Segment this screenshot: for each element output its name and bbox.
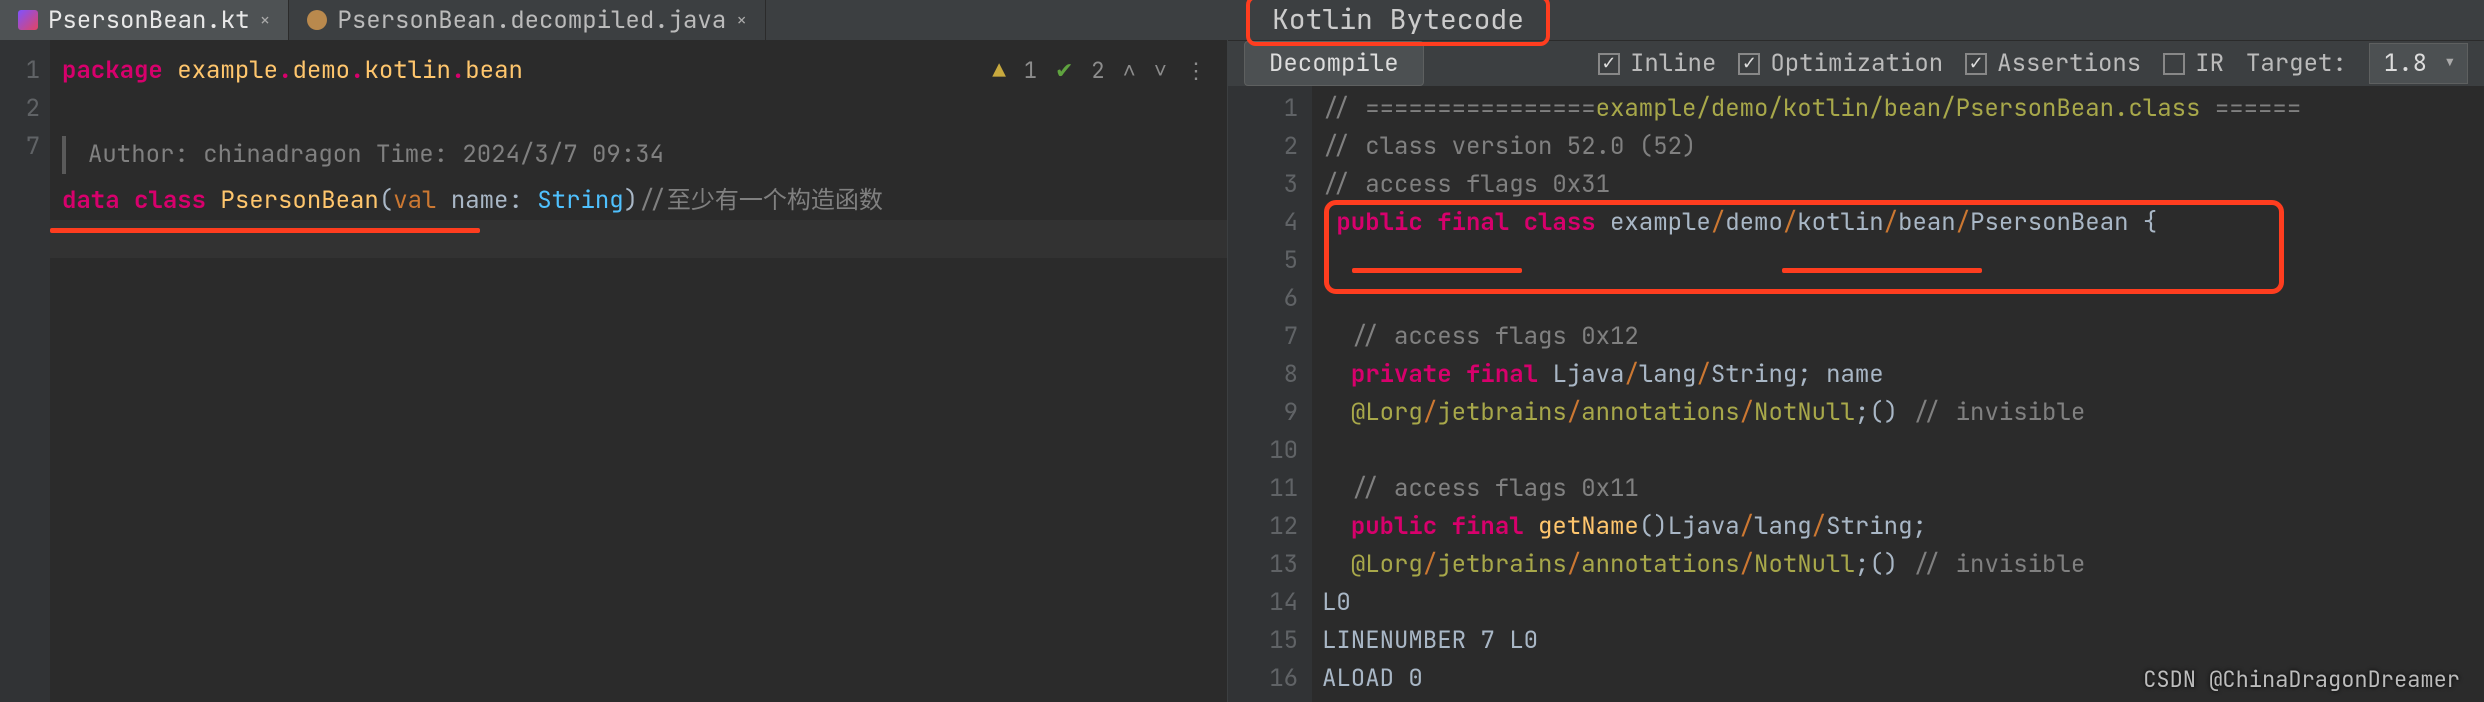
left-editor-pane: PsersonBean.kt × PsersonBean.decompiled.… [0,0,1228,702]
inspection-status[interactable]: ▲1 ✔2 ˄ ˅ ⋮ [993,52,1207,90]
ir-checkbox[interactable]: IR [2163,48,2224,79]
annotation-underline [50,228,480,233]
more-icon[interactable]: ⋮ [1185,52,1207,90]
watermark: CSDN @ChinaDragonDreamer [2143,665,2460,694]
optimization-checkbox[interactable]: Optimization [1738,48,1943,79]
bytecode-pane: Kotlin Bytecode Decompile Inline Optimiz… [1228,0,2484,702]
close-icon[interactable]: × [260,9,271,32]
target-label: Target: [2246,48,2347,79]
line-gutter: 1 2 7 [0,40,50,702]
bytecode-content[interactable]: // ================example/demo/kotlin/b… [1312,86,2484,702]
checkbox-icon [1965,53,1987,75]
tab-decompiled-file[interactable]: PsersonBean.decompiled.java × [289,0,766,40]
editor-area[interactable]: 1 2 7 ▲1 ✔2 ˄ ˅ ⋮ package example.demo.k… [0,40,1227,702]
close-icon[interactable]: × [736,9,747,32]
kotlin-file-icon [18,10,38,30]
code-line: data class PsersonBean(val name: String)… [62,182,1227,220]
line-gutter: 1234567891011121314151617 [1228,86,1312,702]
tab-label: PsersonBean.kt [48,5,250,36]
target-select[interactable]: 1.8 [2369,43,2468,84]
java-file-icon [307,10,327,30]
doc-comment: Author: chinadragon Time: 2024/3/7 09:34 [62,136,1227,174]
checkbox-icon [1738,53,1760,75]
checkbox-icon [1598,53,1620,75]
tool-window-title: Kotlin Bytecode [1246,0,1550,46]
tab-kotlin-file[interactable]: PsersonBean.kt × [0,0,289,40]
checkbox-icon [2163,53,2185,75]
tool-window-title-bar: Kotlin Bytecode [1228,0,2484,40]
inline-checkbox[interactable]: Inline [1598,48,1716,79]
annotation-underline [1352,268,1522,273]
decompile-button[interactable]: Decompile [1244,41,1424,86]
bytecode-editor[interactable]: 1234567891011121314151617 // ===========… [1228,86,2484,702]
bytecode-toolbar: Decompile Inline Optimization Assertions… [1228,40,2484,86]
chevron-up-icon[interactable]: ˄ [1123,52,1136,90]
chevron-down-icon[interactable]: ˅ [1154,52,1167,90]
assertions-checkbox[interactable]: Assertions [1965,48,2141,79]
warning-icon[interactable]: ▲ [993,52,1006,90]
annotation-underline [1782,268,1982,273]
checkmark-icon[interactable]: ✔ [1055,52,1073,90]
tab-label: PsersonBean.decompiled.java [337,5,726,36]
editor-tab-bar: PsersonBean.kt × PsersonBean.decompiled.… [0,0,1227,40]
code-content[interactable]: ▲1 ✔2 ˄ ˅ ⋮ package example.demo.kotlin.… [50,40,1227,702]
